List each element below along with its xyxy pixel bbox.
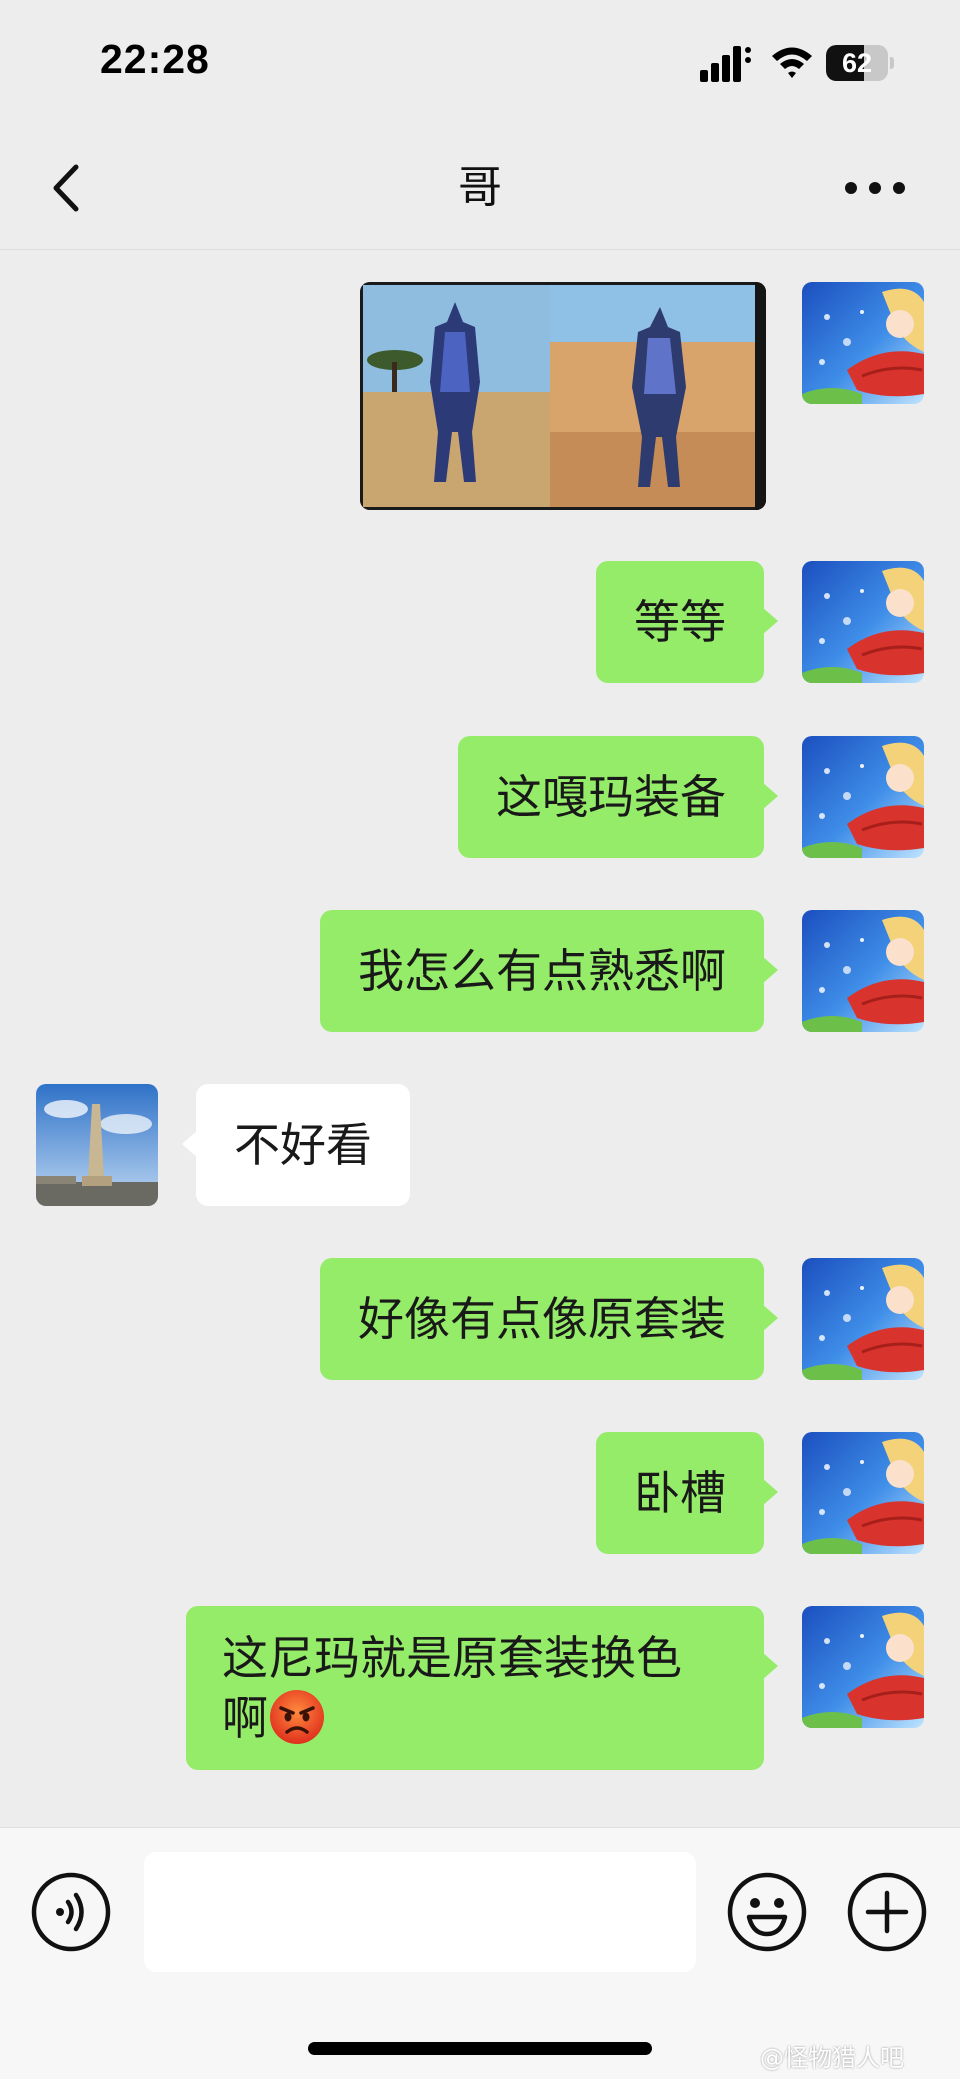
my-avatar[interactable]	[802, 736, 924, 858]
message-text: 啊	[222, 1691, 268, 1745]
image-message[interactable]	[360, 282, 766, 510]
my-avatar[interactable]	[802, 282, 924, 404]
my-avatar[interactable]	[802, 1258, 924, 1380]
message-bubble-sent[interactable]: 等等	[596, 561, 778, 683]
angry-face-emoji-icon	[270, 1690, 324, 1744]
message-text: 好像有点像原套装	[358, 1292, 726, 1346]
ellipsis-icon[interactable]	[840, 165, 910, 211]
message-text: 这尼玛就是原套装换色	[222, 1631, 682, 1685]
chevron-left-icon[interactable]	[40, 153, 100, 223]
my-avatar[interactable]	[802, 561, 924, 683]
message-text: 我怎么有点熟悉啊	[358, 944, 726, 998]
message-bubble-sent[interactable]: 我怎么有点熟悉啊	[320, 910, 778, 1032]
chat-title: 哥	[458, 162, 502, 213]
signal-bars-icon	[700, 46, 751, 82]
message-text: 不好看	[234, 1118, 372, 1172]
nav-bar: 哥	[0, 125, 960, 250]
armor-screenshot-image	[360, 282, 766, 510]
message-input[interactable]	[144, 1852, 696, 1972]
message-bubble-sent[interactable]: 这尼玛就是原套装换色 啊	[186, 1606, 778, 1770]
message-text: 这嘎玛装备	[496, 770, 726, 824]
message-text: 等等	[634, 595, 726, 649]
watermark: @怪物猎人吧	[760, 2044, 904, 2072]
home-indicator[interactable]	[308, 2042, 652, 2055]
emoji-icon[interactable]	[726, 1871, 808, 1953]
message-text-line2: 啊	[222, 1688, 728, 1748]
chat-message-list[interactable]: 等等 这嘎玛装备 我怎么有点熟悉啊 不好看 好像有点像原套装 卧槽 这尼玛就是原…	[0, 251, 960, 1827]
contact-avatar[interactable]	[36, 1084, 158, 1206]
message-bubble-sent[interactable]: 这嘎玛装备	[458, 736, 778, 858]
message-text: 卧槽	[634, 1466, 726, 1520]
battery-icon: 62	[826, 45, 894, 81]
my-avatar[interactable]	[802, 1606, 924, 1728]
message-bubble-received[interactable]: 不好看	[182, 1084, 410, 1206]
voice-icon[interactable]	[30, 1871, 112, 1953]
message-bubble-sent[interactable]: 卧槽	[596, 1432, 778, 1554]
status-time: 22:28	[100, 36, 210, 82]
wifi-icon	[772, 47, 812, 78]
status-bar: 22:28 62	[0, 0, 960, 125]
my-avatar[interactable]	[802, 910, 924, 1032]
plus-icon[interactable]	[846, 1871, 928, 1953]
my-avatar[interactable]	[802, 1432, 924, 1554]
message-bubble-sent[interactable]: 好像有点像原套装	[320, 1258, 778, 1380]
battery-level: 62	[841, 48, 873, 78]
